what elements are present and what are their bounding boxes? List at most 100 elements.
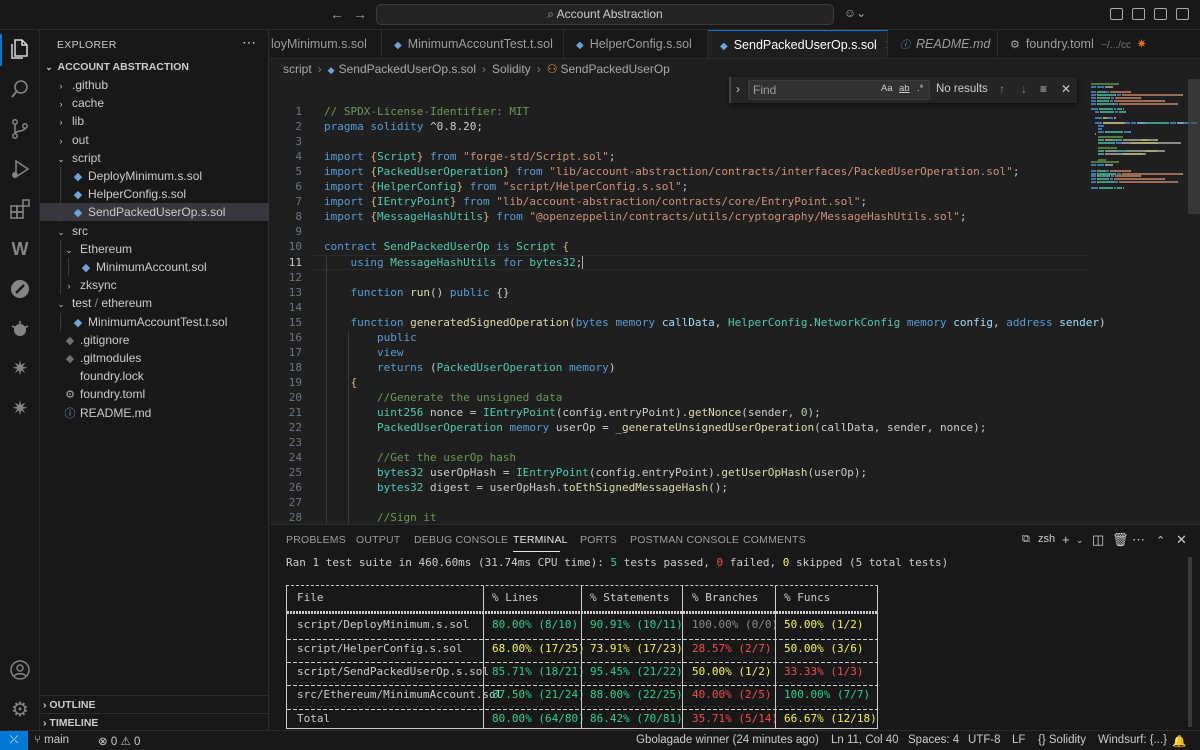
search-icon[interactable] [8,77,32,101]
back-arrow-icon[interactable]: ← [330,6,344,22]
tab-postman-console[interactable]: POSTMAN CONSOLE [630,534,739,546]
tree-folder[interactable]: ⌄ Ethereum [40,240,269,258]
tree-file[interactable]: ◆ MinimumAccountTest.t.sol [40,313,269,331]
account-icon[interactable] [8,658,32,682]
customize-layout-icon[interactable] [1176,8,1189,20]
trash-icon[interactable]: 🗑 [1112,532,1129,548]
tree-file[interactable]: ◆ DeployMinimum.s.sol [40,167,269,185]
foundry-icon[interactable] [8,277,32,301]
tree-folder[interactable]: › cache [40,94,269,112]
run-debug-icon[interactable] [8,157,32,181]
tree-file[interactable]: ◆ .gitmodules [40,349,269,367]
tab-readme[interactable]: ⓘ README.md [888,30,998,58]
explorer-files-icon[interactable] [8,37,32,61]
extensions-icon[interactable] [8,197,32,221]
breadcrumb-item[interactable]: Solidity [492,62,531,76]
tree-file[interactable]: ◆ SendPackedUserOp.s.sol [40,203,269,222]
tree-file[interactable]: ◆ HelperConfig.s.sol [40,185,269,203]
code-token: userOpHash = [423,466,517,480]
tree-file[interactable]: ◆ .gitignore [40,331,269,349]
remote-explorer-icon[interactable] [8,317,32,341]
tab-comments[interactable]: COMMENTS [743,534,806,546]
tree-folder[interactable]: ⌄ script [40,149,269,167]
tab-foundry-toml[interactable]: ⚙ foundry.toml ~/.../cc ✷ [998,30,1200,58]
code-token: (); [708,481,728,495]
tab-send-packed-user-op[interactable]: ◆SendPackedUserOp.s.sol✕ [708,30,888,58]
language-mode[interactable]: {} Solidity [1038,734,1086,746]
tree-folder[interactable]: › lib [40,112,269,130]
code-token: ; [681,180,689,194]
shell-name[interactable]: zsh [1038,533,1055,545]
split-terminal-icon[interactable]: ◫ [1092,532,1104,548]
tree-folder[interactable]: ⌄ test / ethereum [40,294,269,312]
tree-file[interactable]: ⚙ foundry.toml [40,385,269,403]
next-match-icon[interactable]: ↓ [1021,82,1027,96]
code-token: "lib/account-abstraction/contracts/core/… [496,195,861,209]
indentation[interactable]: Spaces: 4 [908,734,959,746]
match-case-icon[interactable]: Aa [881,83,893,94]
forward-arrow-icon[interactable]: → [353,6,367,22]
tree-file[interactable]: foundry.lock [40,367,269,385]
tree-file[interactable]: ⓘ README.md [40,404,269,422]
tree-folder[interactable]: › zksync [40,276,269,294]
copilot-icon[interactable]: ☺⌄ [844,6,866,20]
tab-deploy-minimum[interactable]: loyMinimum.s.sol [270,30,382,58]
code-editor[interactable]: 1 // SPDX-License-Identifier: MIT 2 pragma … [270,79,1200,524]
new-terminal-icon[interactable]: + [1062,532,1070,547]
encoding[interactable]: UTF-8 [968,734,1001,746]
line-number: 26 [288,481,302,495]
timeline-section[interactable]: › TIMELINE [40,713,269,731]
sparkle-icon-2[interactable]: ✷ [8,397,32,421]
match-whole-word-icon[interactable]: ab [899,83,910,94]
git-blame[interactable]: Gbolagade winner (24 minutes ago) [636,734,819,746]
maximize-panel-icon[interactable]: ⌃ [1156,534,1165,547]
minimap[interactable] [1088,79,1198,189]
minimap-line [1094,116,1102,119]
close-panel-icon[interactable]: ✕ [1176,532,1187,548]
command-center-search[interactable]: ⌕ Account Abstraction [376,4,834,25]
more-actions-icon[interactable]: ⋯ [242,34,256,51]
breadcrumb-item[interactable]: SendPackedUserOp [560,62,669,76]
tree-folder[interactable]: › out [40,131,269,149]
terminal-scrollbar[interactable] [1188,557,1192,727]
previous-match-icon[interactable]: ↑ [999,82,1005,96]
source-control-icon[interactable] [8,117,32,141]
tree-folder[interactable]: ⌄ src [40,222,269,240]
tree-folder[interactable]: › .github [40,76,269,94]
tab-terminal[interactable]: TERMINAL [513,534,568,546]
branch-indicator[interactable]: ⑂ main [34,734,69,746]
use-regex-icon[interactable]: .* [917,83,923,94]
tab-helper-config[interactable]: ◆ HelperConfig.s.sol [564,30,708,58]
windsurf-status[interactable]: Windsurf: {...} [1098,734,1167,746]
tab-problems[interactable]: PROBLEMS [286,534,346,546]
tab-minimum-account-test[interactable]: ◆ MinimumAccountTest.t.sol [382,30,564,58]
minimap-line [1117,108,1123,111]
workspace-root[interactable]: ⌄ ACCOUNT ABSTRACTION [40,58,269,76]
tab-ports[interactable]: PORTS [580,534,617,546]
toggle-panel-icon[interactable] [1132,8,1145,20]
remote-indicator-icon[interactable]: ⤫ [0,731,28,750]
toggle-primary-sidebar-icon[interactable] [1110,8,1123,20]
editor-scrollbar[interactable] [1188,79,1200,214]
breadcrumb-item[interactable]: SendPackedUserOp.s.sol [339,62,476,76]
close-find-icon[interactable]: ✕ [1061,82,1071,96]
tab-output[interactable]: OUTPUT [356,534,400,546]
tab-debug-console[interactable]: DEBUG CONSOLE [414,534,508,546]
windsurf-icon[interactable]: W [8,237,32,261]
cursor-position[interactable]: Ln 11, Col 40 [831,734,899,746]
find-in-selection-icon[interactable]: ≡ [1040,82,1047,96]
end-of-line[interactable]: LF [1012,734,1025,746]
toggle-replace-chevron-icon[interactable]: › [736,82,740,96]
more-actions-icon[interactable]: ⋯ [1132,532,1145,548]
notifications-bell-icon[interactable]: 🔔 [1172,734,1186,748]
toggle-secondary-sidebar-icon[interactable] [1154,8,1167,20]
outline-section[interactable]: › OUTLINE [40,695,269,713]
breadcrumb-item[interactable]: script [283,62,312,76]
settings-gear-icon[interactable]: ⚙ [8,698,32,722]
sparkle-icon[interactable]: ✷ [8,357,32,381]
chevron-down-icon[interactable]: ⌄ [1076,535,1084,546]
indent-guide [60,312,61,331]
table-cell: 40.00% (2/5) [692,688,772,702]
problems-indicator[interactable]: ⊗ 0 ⚠ 0 [98,734,140,748]
tree-file[interactable]: ◆ MinimumAccount.sol [40,258,269,276]
